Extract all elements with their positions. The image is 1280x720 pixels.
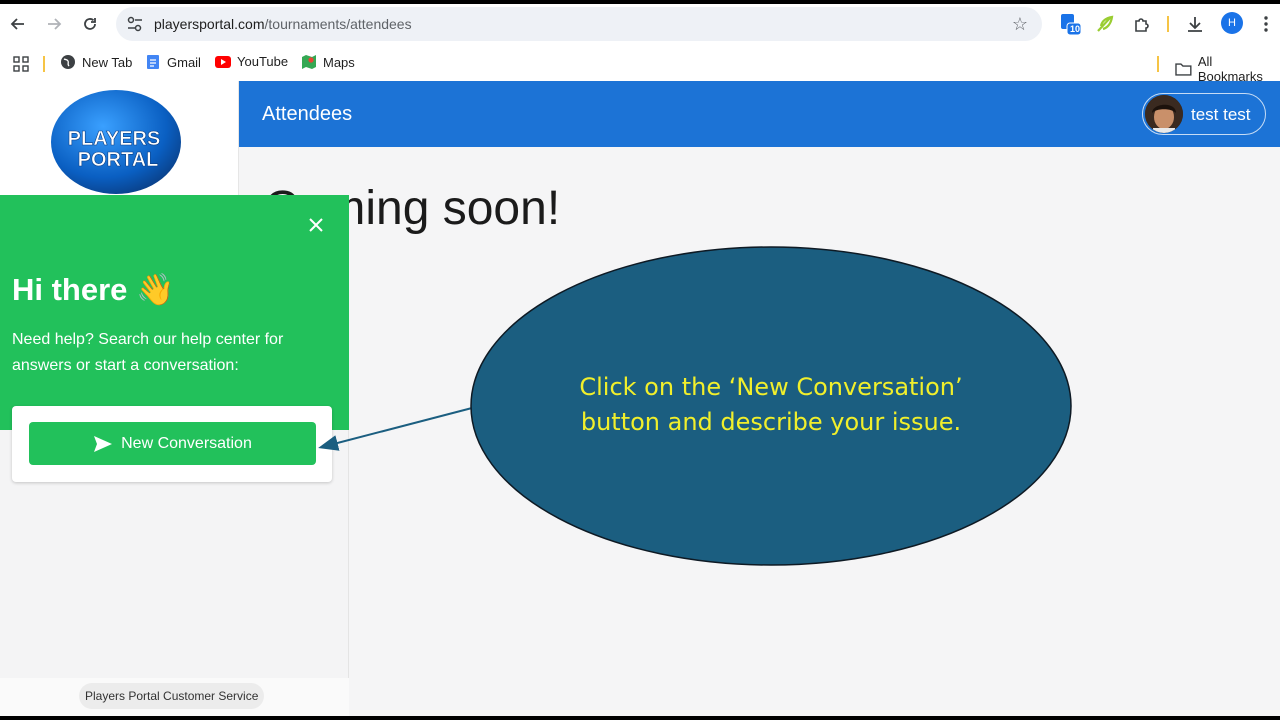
help-chat-widget: Hi there 👋 Need help? Search our help ce…: [0, 195, 349, 716]
widget-hero: Hi there 👋 Need help? Search our help ce…: [0, 195, 349, 430]
widget-footer-label: Players Portal Customer Service: [79, 683, 265, 709]
bookmark-new-tab[interactable]: New Tab: [60, 54, 132, 70]
conversation-card: New Conversation: [12, 406, 332, 482]
callout-text: Click on the ‘New Conversation’ button a…: [520, 370, 1022, 440]
bookmark-youtube[interactable]: YouTube: [215, 54, 288, 69]
maps-icon: [302, 55, 316, 69]
url-path: /tournaments/attendees: [264, 16, 412, 32]
more-vert-icon: [1264, 16, 1268, 32]
address-bar[interactable]: playersportal.com/tournaments/attendees …: [116, 7, 1042, 41]
reload-icon: [84, 18, 96, 30]
folder-icon: [1175, 63, 1192, 76]
bookmark-maps[interactable]: Maps: [301, 54, 355, 70]
forward-arrow-icon: [48, 18, 62, 30]
close-widget-button[interactable]: [304, 213, 328, 237]
bookmark-label: Gmail: [167, 54, 201, 70]
user-menu-button[interactable]: test test: [1142, 93, 1266, 135]
apps-grid-icon[interactable]: [13, 56, 29, 72]
bookmark-star-icon[interactable]: ☆: [1012, 14, 1028, 35]
all-bookmarks-button[interactable]: All Bookmarks: [1175, 54, 1280, 84]
page-title: Attendees: [262, 103, 353, 125]
callout-line-1: Click on the ‘New Conversation’: [579, 373, 963, 401]
docs-icon: [147, 55, 159, 69]
extensions-menu-button[interactable]: [1130, 12, 1154, 36]
reload-button[interactable]: [78, 12, 102, 36]
svg-text:PLAYERS: PLAYERS: [68, 128, 161, 150]
leaf-extension-icon: [1097, 15, 1114, 32]
back-button[interactable]: [6, 12, 30, 36]
bookmark-label: Maps: [323, 54, 355, 70]
widget-help-text: Need help? Search our help center for an…: [12, 331, 284, 374]
players-portal-logo[interactable]: PLAYERS PORTAL: [50, 89, 182, 195]
globe-icon: [61, 55, 75, 69]
new-conversation-button[interactable]: New Conversation: [29, 422, 316, 465]
user-avatar: [1145, 95, 1183, 133]
close-icon: [309, 218, 323, 232]
back-arrow-icon: [10, 18, 24, 30]
bookmark-label: YouTube: [237, 54, 289, 69]
forward-button[interactable]: [42, 12, 66, 36]
site-settings-icon[interactable]: [126, 15, 144, 33]
bookmarks-bar: New Tab Gmail YouTube Maps All Bookmarks: [0, 48, 1280, 84]
url-text: playersportal.com/tournaments/attendees: [154, 16, 412, 32]
toolbar-divider: [1167, 16, 1169, 32]
browser-menu-button[interactable]: [1254, 12, 1278, 36]
puzzle-icon: [1135, 18, 1149, 32]
widget-greeting: Hi there 👋: [12, 272, 175, 307]
send-icon: [94, 435, 113, 452]
extension-button[interactable]: 10: [1058, 12, 1082, 36]
browser-toolbar: playersportal.com/tournaments/attendees …: [0, 4, 1280, 44]
browser-chrome: playersportal.com/tournaments/attendees …: [0, 4, 1280, 84]
downloads-button[interactable]: [1183, 12, 1207, 36]
extension-badge-count: 10: [1070, 24, 1081, 34]
url-host: playersportal.com: [154, 16, 265, 32]
user-photo-icon: [1145, 95, 1183, 133]
download-icon: [1188, 17, 1202, 32]
profile-avatar-button[interactable]: H: [1221, 12, 1243, 34]
page-header: Attendees test test: [239, 81, 1280, 147]
extension-leaf-button[interactable]: [1093, 12, 1117, 36]
widget-footer: Players Portal Customer Service: [0, 678, 349, 716]
all-bookmarks-label: All Bookmarks: [1197, 54, 1263, 84]
new-conversation-label: New Conversation: [121, 434, 252, 452]
user-name: test test: [1191, 105, 1251, 124]
bookmark-label: New Tab: [82, 54, 133, 70]
bookmarks-divider: [43, 56, 45, 72]
youtube-icon: [215, 55, 231, 68]
bookmarks-divider-right: [1157, 56, 1159, 72]
bookmark-gmail[interactable]: Gmail: [145, 54, 201, 70]
svg-text:PORTAL: PORTAL: [78, 149, 159, 171]
callout-line-2: button and describe your issue.: [580, 408, 962, 436]
